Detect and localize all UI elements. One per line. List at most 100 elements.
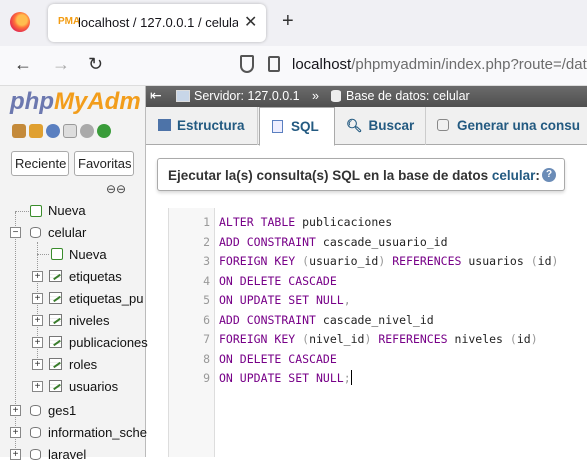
documentation-icon[interactable] <box>63 124 77 138</box>
recent-button[interactable]: Reciente <box>11 151 69 176</box>
new-tab-button[interactable]: + <box>282 10 294 33</box>
database-icon <box>30 227 41 238</box>
new-database-icon <box>30 205 42 217</box>
tree-db-item[interactable]: ges1 <box>48 403 76 418</box>
line-number: 1 <box>203 215 210 229</box>
code-line: ON DELETE CASCADE <box>219 274 337 288</box>
browser-tab-bar: PMA localhost / 127.0.0.1 / celular | p … <box>0 0 587 46</box>
tab-query[interactable]: Generar una consu <box>427 107 587 145</box>
phpmyadmin-logo[interactable]: phpMyAdm <box>10 88 141 116</box>
code-line: ADD CONSTRAINT cascade_nivel_id <box>219 313 434 327</box>
forward-arrow-icon[interactable]: → <box>52 54 70 75</box>
expand-icon[interactable]: + <box>10 427 21 438</box>
table-icon <box>49 358 62 370</box>
expand-icon[interactable]: + <box>10 405 21 416</box>
help-docs-icon[interactable] <box>46 124 60 138</box>
back-arrow-icon[interactable]: ← <box>14 54 32 75</box>
shield-icon[interactable] <box>240 55 254 73</box>
code-line: ON UPDATE SET NULL; <box>219 371 351 385</box>
url-path: /phpmyadmin/index.php?route=/datab <box>351 56 587 73</box>
reload-icon[interactable]: ↻ <box>88 54 103 75</box>
query-icon <box>437 119 449 131</box>
firefox-icon[interactable] <box>10 12 30 32</box>
tree-table-item[interactable]: etiquetas_pu <box>69 291 143 306</box>
table-icon <box>49 292 62 304</box>
collapse-icon[interactable]: − <box>10 227 21 238</box>
settings-gear-icon[interactable] <box>80 124 94 138</box>
line-number: 3 <box>203 254 210 268</box>
tree-table-item[interactable]: niveles <box>69 313 109 328</box>
url-host: localhost <box>292 56 352 73</box>
home-icon[interactable] <box>12 124 26 138</box>
line-number: 6 <box>203 313 210 327</box>
new-table-icon <box>51 248 63 260</box>
line-number: 2 <box>203 235 210 249</box>
table-icon <box>49 380 62 392</box>
code-line: ON DELETE CASCADE <box>219 352 337 366</box>
tree-db-item[interactable]: information_sche <box>48 425 147 440</box>
expand-icon[interactable]: + <box>32 337 43 348</box>
tab-title: localhost / 127.0.0.1 / celular | p <box>78 15 238 30</box>
tree-line <box>15 211 29 212</box>
breadcrumb-server[interactable]: Servidor: 127.0.0.1 <box>194 89 300 103</box>
browser-nav-bar: ← → ↻ localhost/phpmyadmin/index.php?rou… <box>0 46 587 86</box>
navigation-panel: phpMyAdm Reciente Favoritas ⊖⊖ Nueva − c… <box>0 86 148 462</box>
close-tab-icon[interactable]: ✕ <box>244 12 257 32</box>
line-number: 8 <box>203 352 210 366</box>
database-icon <box>30 427 41 438</box>
tab-structure[interactable]: Estructura <box>146 107 258 145</box>
code-line: ADD CONSTRAINT cascade_usuario_id <box>219 235 448 249</box>
quick-icons <box>12 124 111 138</box>
expand-icon[interactable]: + <box>32 271 43 282</box>
favorites-button[interactable]: Favoritas <box>74 151 134 176</box>
database-icon <box>30 449 41 460</box>
help-icon[interactable]: ? <box>542 168 556 182</box>
code-line: ALTER TABLE publicaciones <box>219 215 393 229</box>
expand-icon[interactable]: + <box>10 449 21 460</box>
page-info-icon[interactable] <box>268 56 280 72</box>
tree-table-item[interactable]: roles <box>69 357 97 372</box>
tree-table-item[interactable]: usuarios <box>69 379 118 394</box>
expand-icon[interactable]: + <box>32 381 43 392</box>
sql-panel-heading: Ejecutar la(s) consulta(s) SQL en la bas… <box>168 168 540 183</box>
tab-sql[interactable]: SQL <box>259 107 335 146</box>
code-line: FOREIGN KEY (nivel_id) REFERENCES nivele… <box>219 332 538 346</box>
table-icon <box>49 270 62 282</box>
structure-icon <box>158 119 171 131</box>
database-link[interactable]: celular <box>492 168 536 183</box>
code-line: ON UPDATE SET NULL, <box>219 293 351 307</box>
logout-icon[interactable] <box>29 124 43 138</box>
link-icon[interactable]: ⊖⊖ <box>106 182 126 196</box>
tab-search[interactable]: 🔍︎ Buscar <box>336 107 426 145</box>
text-cursor <box>350 370 352 385</box>
sql-editor[interactable]: 1 2 3 4 5 6 7 8 9 ALTER TABLE publicacio… <box>168 208 587 457</box>
database-icon <box>30 405 41 416</box>
expand-icon[interactable]: + <box>32 359 43 370</box>
sql-icon <box>272 120 283 133</box>
browser-tab[interactable]: PMA localhost / 127.0.0.1 / celular | p … <box>48 4 266 42</box>
tree-item-nueva[interactable]: Nueva <box>48 203 86 218</box>
tree-db-celular[interactable]: celular <box>48 225 86 240</box>
breadcrumb-bar: ⇤ Servidor: 127.0.0.1 » Base de datos: c… <box>146 86 587 107</box>
tree-item-new-table[interactable]: Nueva <box>69 247 107 262</box>
main-tabs: Estructura SQL 🔍︎ Buscar Generar una cons… <box>146 107 587 146</box>
tree-line <box>15 212 16 452</box>
refresh-icon[interactable] <box>97 124 111 138</box>
tree-line <box>37 254 49 255</box>
table-icon <box>49 336 62 348</box>
url-bar[interactable]: localhost/phpmyadmin/index.php?route=/da… <box>292 56 587 73</box>
line-number: 4 <box>203 274 210 288</box>
expand-icon[interactable]: + <box>32 293 43 304</box>
expand-icon[interactable]: + <box>32 315 43 326</box>
tree-db-item[interactable]: laravel <box>48 447 86 462</box>
tree-table-item[interactable]: etiquetas <box>69 269 122 284</box>
collapse-panel-icon[interactable]: ⇤ <box>150 87 162 104</box>
line-number: 7 <box>203 332 210 346</box>
line-number: 5 <box>203 293 210 307</box>
line-number: 9 <box>203 371 210 385</box>
database-icon <box>331 90 341 102</box>
breadcrumb-separator: » <box>312 89 319 103</box>
breadcrumb-database[interactable]: Base de datos: celular <box>346 89 470 103</box>
search-icon: 🔍︎ <box>346 118 363 133</box>
tree-table-item[interactable]: publicaciones <box>69 335 148 350</box>
